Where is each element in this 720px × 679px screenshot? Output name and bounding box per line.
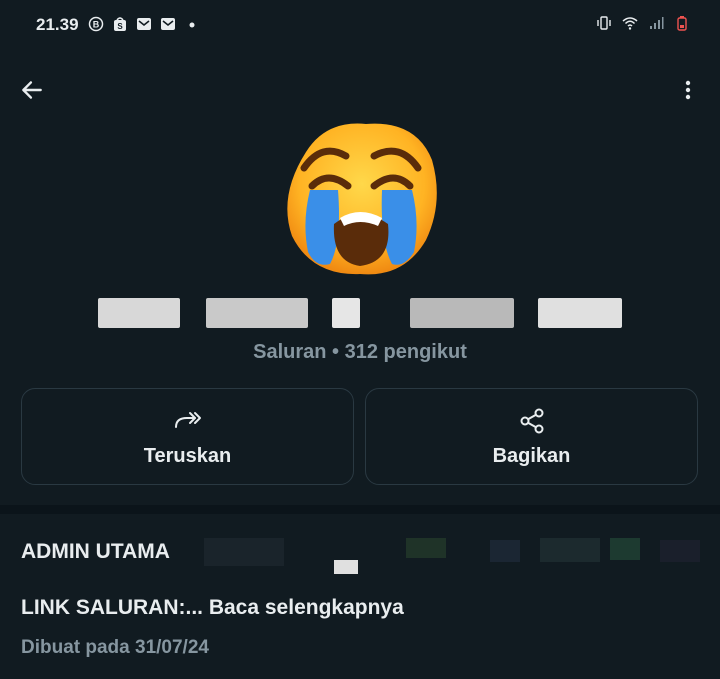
channel-avatar[interactable]	[276, 112, 444, 280]
vibrate-icon	[597, 16, 611, 30]
share-button[interactable]: Bagikan	[365, 388, 698, 485]
read-more-link[interactable]: Baca selengkapnya	[203, 596, 404, 619]
more-options-button[interactable]	[672, 74, 704, 106]
forward-button[interactable]: Teruskan	[21, 388, 354, 485]
back-button[interactable]	[16, 74, 48, 106]
share-label: Bagikan	[492, 445, 571, 467]
more-vertical-icon	[685, 80, 691, 100]
arrow-left-icon	[22, 81, 42, 99]
signal-icon	[650, 17, 664, 29]
forward-label: Teruskan	[143, 445, 232, 467]
mail-icon	[137, 18, 151, 30]
description-text: LINK SALURAN:...	[21, 596, 203, 619]
redacted-emoji-row	[204, 538, 700, 574]
dot-icon	[189, 22, 195, 28]
channel-subtitle: Saluran • 312 pengikut	[253, 341, 467, 363]
description-body: LINK SALURAN:... Baca selengkapnya	[21, 596, 404, 620]
status-time: 21.39	[36, 15, 79, 34]
notification-icons: B S	[88, 16, 200, 32]
channel-name-redacted	[98, 298, 622, 328]
channel-info-header: Saluran • 312 pengikut Teruskan Bagikan	[0, 50, 720, 505]
svg-text:S: S	[117, 22, 123, 31]
forward-icon	[174, 412, 201, 428]
shopping-bag-icon: S	[114, 17, 126, 31]
created-date: Dibuat pada 31/07/24	[21, 637, 209, 658]
status-bar: 21.39 B S	[0, 0, 720, 50]
battery-low-icon	[677, 16, 687, 31]
mail-icon	[161, 18, 175, 30]
svg-text:B: B	[93, 20, 100, 30]
channel-description: ADMIN UTAMA LINK SALURAN:... Baca seleng…	[0, 514, 720, 679]
b-badge-icon: B	[88, 16, 104, 32]
wifi-icon	[622, 17, 638, 30]
description-title: ADMIN UTAMA	[21, 540, 170, 563]
section-divider	[0, 505, 720, 514]
share-icon	[520, 408, 543, 434]
system-icons	[596, 15, 690, 31]
